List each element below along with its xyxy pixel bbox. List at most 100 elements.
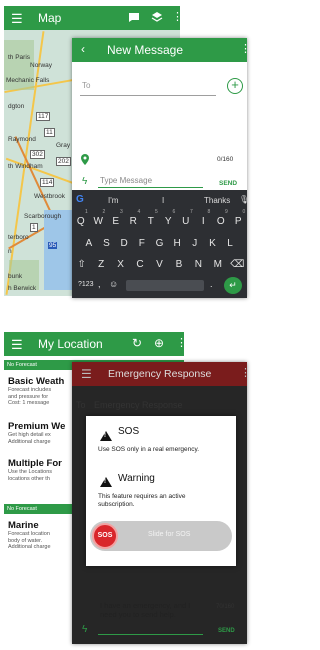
key-t[interactable]: T — [144, 216, 158, 227]
symbols-key[interactable]: ?123 — [78, 281, 94, 288]
map-label: Scarborough — [24, 213, 62, 220]
suggestion[interactable]: I — [162, 196, 164, 205]
add-contact-button[interactable]: + — [227, 78, 243, 94]
key-r[interactable]: R — [126, 216, 140, 227]
key-o[interactable]: O — [214, 216, 228, 227]
send-button[interactable]: SEND — [219, 180, 237, 187]
key-a[interactable]: A — [82, 238, 96, 249]
key-hint: 7 — [189, 209, 193, 215]
road-shield: 114 — [40, 178, 55, 187]
overflow-menu-icon[interactable]: ⋮ — [240, 368, 251, 379]
suggestion[interactable]: Thanks — [204, 196, 230, 205]
key-w[interactable]: W — [91, 216, 105, 227]
key-v[interactable]: V — [152, 259, 166, 270]
emergency-app-bar: ☰ Emergency Response ⋮ — [72, 362, 251, 386]
list-item-marine[interactable]: Marine Forecast location body of water. … — [8, 520, 74, 551]
to-prefix: To — [76, 400, 86, 410]
message-input[interactable]: Type Message — [98, 174, 203, 188]
key-z[interactable]: Z — [94, 259, 108, 270]
list-item-premium-weather[interactable]: Premium We Get high detail ex Additional… — [8, 421, 74, 445]
warning-heading: Warning — [118, 473, 155, 484]
key-hint: 5 — [154, 209, 158, 215]
road-shield: 11 — [44, 128, 55, 137]
layers-icon[interactable] — [151, 11, 163, 26]
map-label: h Berwick — [8, 285, 37, 292]
map-label: th Paris — [8, 54, 31, 61]
key-h[interactable]: H — [170, 238, 184, 249]
space-bar[interactable] — [126, 280, 204, 291]
key-m[interactable]: M — [211, 259, 225, 270]
road-shield: 95 — [48, 242, 58, 249]
enter-key-icon[interactable]: ↵ — [224, 277, 242, 294]
emergency-title: Emergency Response — [108, 368, 212, 380]
key-l[interactable]: L — [223, 238, 237, 249]
backspace-key-icon[interactable]: ⌫ — [230, 259, 244, 270]
comma-key[interactable]: , — [98, 279, 101, 289]
overflow-menu-icon[interactable]: ⋮ — [172, 12, 183, 23]
shift-key-icon[interactable]: ⇧ — [75, 259, 89, 270]
menu-icon[interactable]: ☰ — [11, 12, 23, 25]
emergency-message-input[interactable]: I have an emergency, and I need you to s… — [98, 599, 203, 635]
menu-icon[interactable]: ☰ — [81, 368, 92, 380]
google-g-icon[interactable]: G — [76, 194, 84, 205]
key-g[interactable]: G — [152, 238, 166, 249]
sos-button[interactable]: SOS — [92, 523, 118, 549]
list-item-basic-weather[interactable]: Basic Weath Forecast includes and pressu… — [8, 376, 74, 407]
emergency-screen: ☰ Emergency Response ⋮ To Emergency Resp… — [72, 362, 251, 644]
message-placeholder: Type Message — [100, 176, 153, 185]
road-shield: 117 — [36, 112, 51, 121]
key-f[interactable]: F — [135, 238, 149, 249]
message-title: New Message — [107, 43, 184, 57]
key-b[interactable]: B — [172, 259, 186, 270]
location-app-bar: ☰ My Location ↻ ⊕ ⋮ — [4, 332, 187, 356]
new-message-card: ‹ New Message ⋮ To + 0/160 ϟ Type Messag… — [72, 38, 251, 298]
key-c[interactable]: C — [133, 259, 147, 270]
key-hint: 4 — [137, 209, 141, 215]
map-label: Gray — [56, 142, 71, 149]
refresh-icon[interactable]: ↻ — [132, 337, 142, 349]
overflow-menu-icon[interactable]: ⋮ — [240, 44, 251, 55]
mic-icon[interactable]: 🎙 — [239, 195, 249, 204]
key-p[interactable]: P — [231, 216, 245, 227]
map-label: Raymond — [8, 136, 36, 143]
key-s[interactable]: S — [99, 238, 113, 249]
key-hint: 0 — [242, 209, 246, 215]
send-button[interactable]: SEND — [218, 628, 235, 634]
list-item-title: Marine — [8, 520, 39, 531]
key-i[interactable]: I — [196, 216, 210, 227]
map-label: Mechanic Falls — [6, 77, 50, 84]
key-hint: 3 — [119, 209, 123, 215]
suggestion[interactable]: I'm — [108, 196, 118, 205]
back-icon[interactable]: ‹ — [81, 43, 85, 55]
road-shield: 302 — [30, 150, 45, 159]
character-counter: 70/160 — [216, 604, 235, 610]
key-u[interactable]: U — [179, 216, 193, 227]
list-item-desc: Additional charge — [8, 438, 51, 445]
key-n[interactable]: N — [191, 259, 205, 270]
key-x[interactable]: X — [114, 259, 128, 270]
to-field[interactable]: To — [80, 76, 216, 96]
recipient-value[interactable]: Emergency Response — [94, 400, 183, 410]
key-d[interactable]: D — [117, 238, 131, 249]
key-j[interactable]: J — [188, 238, 202, 249]
list-item-desc: locations other th — [8, 475, 50, 482]
map-label: bunk — [8, 273, 23, 280]
list-item-title: Multiple For — [8, 458, 62, 469]
sos-slider[interactable]: SOS Slide for SOS — [90, 521, 232, 551]
list-item-multiple-forecasts[interactable]: Multiple For Use the Locations locations… — [8, 458, 74, 482]
menu-icon[interactable]: ☰ — [11, 338, 23, 351]
period-key[interactable]: . — [210, 279, 213, 289]
emoji-key-icon[interactable]: ☺ — [109, 279, 118, 289]
globe-icon[interactable]: ⊕ — [154, 337, 164, 349]
key-hint: 2 — [102, 209, 106, 215]
key-q[interactable]: Q — [74, 216, 88, 227]
key-k[interactable]: K — [205, 238, 219, 249]
message-icon[interactable] — [128, 12, 140, 26]
list-item-desc: Additional charge — [8, 544, 51, 550]
map-label: Westbrook — [34, 193, 65, 200]
map-label: dgton — [8, 103, 25, 110]
key-e[interactable]: E — [109, 216, 123, 227]
key-y[interactable]: Y — [161, 216, 175, 227]
overflow-menu-icon[interactable]: ⋮ — [176, 338, 187, 349]
key-hint: 9 — [224, 209, 228, 215]
